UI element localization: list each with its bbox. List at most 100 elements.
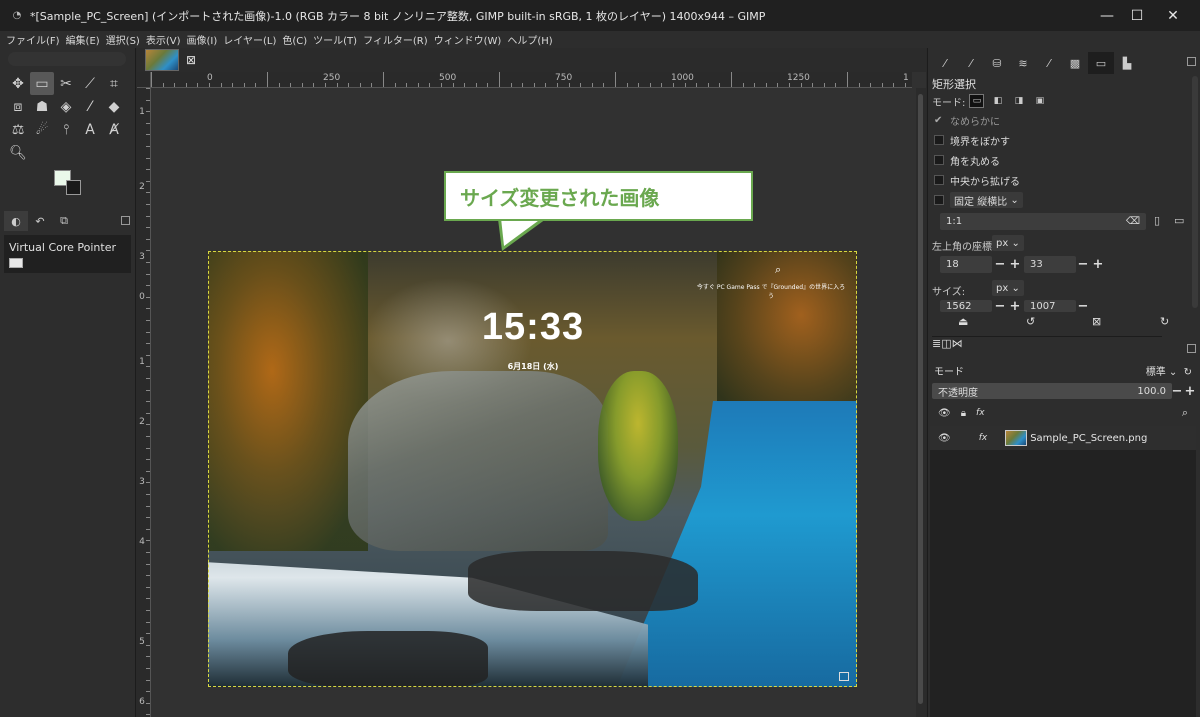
save-options-icon[interactable]: ⏏ xyxy=(958,315,968,328)
channels-tab-icon[interactable]: ◫ xyxy=(941,337,951,358)
rounded-option[interactable]: 角を丸める xyxy=(934,152,1000,168)
menu-filters[interactable]: フィルター(R) xyxy=(363,32,428,47)
vertical-ruler[interactable]: 1 2 3 0 1 2 3 4 5 6 xyxy=(137,88,151,717)
antialias-option[interactable]: ✔ なめらかに xyxy=(934,112,1000,128)
histogram-tab-icon[interactable]: ▙ xyxy=(1114,52,1140,74)
font-tab-icon[interactable]: ⛁ xyxy=(984,52,1010,74)
dock-menu-icon[interactable] xyxy=(121,216,130,225)
menu-tools[interactable]: ツール(T) xyxy=(313,32,357,47)
clear-field-icon[interactable]: ⌫ xyxy=(1126,216,1140,227)
search-icon[interactable]: ⌕ xyxy=(1182,406,1188,420)
menu-windows[interactable]: ウィンドウ(W) xyxy=(434,32,502,47)
decrement-x-button[interactable]: − xyxy=(994,257,1006,272)
text-tool-icon[interactable]: A xyxy=(78,118,102,141)
restore-options-icon[interactable]: ↺ xyxy=(1026,315,1035,328)
effects-icon[interactable]: fx xyxy=(979,433,988,443)
fixed-checkbox[interactable] xyxy=(934,195,944,205)
opacity-increment-button[interactable]: + xyxy=(1184,384,1196,399)
opacity-slider[interactable]: 不透明度 100.0 xyxy=(932,383,1172,399)
undo-history-tab-icon[interactable]: ↶ xyxy=(28,211,52,231)
menu-select[interactable]: 選択(S) xyxy=(106,32,140,47)
visibility-header-icon[interactable]: 👁︎ xyxy=(938,408,951,419)
eraser-tool-icon[interactable]: ◆ xyxy=(102,95,126,118)
clone-tool-icon[interactable]: ⚖ xyxy=(6,118,30,141)
move-tool-icon[interactable]: ✥ xyxy=(6,72,30,95)
paintbrush-tool-icon[interactable]: ⁄ xyxy=(78,95,102,118)
decrement-w-button[interactable]: − xyxy=(994,299,1006,314)
transform-tool-icon[interactable]: ⧈ xyxy=(6,95,30,118)
intersect-mode-icon[interactable]: ▣ xyxy=(1032,94,1047,108)
visibility-eye-icon[interactable]: 👁︎ xyxy=(938,433,951,444)
position-y-field[interactable]: 33 xyxy=(1024,256,1076,273)
zoom-tool-icon[interactable]: 🔍︎ xyxy=(6,141,30,164)
background-color-swatch[interactable] xyxy=(66,180,81,195)
lock-header-icon[interactable]: 🔒︎ xyxy=(961,408,966,419)
decrement-h-button[interactable]: − xyxy=(1077,299,1089,314)
layer-row[interactable]: 👁︎ fx Sample_PC_Screen.png xyxy=(930,426,1196,450)
increment-y-button[interactable]: + xyxy=(1092,257,1104,272)
dock-menu-icon[interactable] xyxy=(1187,344,1196,353)
add-mode-icon[interactable]: ◧ xyxy=(990,94,1005,108)
menu-colors[interactable]: 色(C) xyxy=(282,32,307,47)
document-tab-icon[interactable]: ≋ xyxy=(1010,52,1036,74)
menu-view[interactable]: 表示(V) xyxy=(146,32,181,47)
close-image-icon[interactable]: ⊠ xyxy=(183,52,199,68)
reset-options-icon[interactable]: ↻ xyxy=(1160,315,1169,328)
size-unit-combo[interactable]: px ⌄ xyxy=(992,280,1024,296)
rect-select-tool-icon[interactable]: ▭ xyxy=(30,72,54,95)
landscape-icon[interactable]: ▭ xyxy=(1174,214,1184,227)
subtract-mode-icon[interactable]: ◨ xyxy=(1011,94,1026,108)
layer-mode-combo[interactable]: 標準 ⌄ ↻ xyxy=(1146,363,1192,378)
images-tab-icon[interactable]: ⧉ xyxy=(52,211,76,231)
rounded-checkbox[interactable] xyxy=(934,155,944,165)
opacity-decrement-button[interactable]: − xyxy=(1171,384,1183,399)
replace-mode-icon[interactable]: ▭ xyxy=(969,94,985,108)
layers-tab-icon[interactable]: ≣ xyxy=(932,337,941,358)
warp-tool-icon[interactable]: ☗ xyxy=(30,95,54,118)
expand-center-checkbox[interactable] xyxy=(934,175,944,185)
menu-file[interactable]: ファイル(F) xyxy=(6,32,60,47)
tool-options-tab-icon[interactable]: ▭ xyxy=(1088,52,1114,74)
scrollbar-thumb[interactable] xyxy=(918,94,923,704)
menu-edit[interactable]: 編集(E) xyxy=(66,32,100,47)
close-button[interactable]: ✕ xyxy=(1150,0,1196,31)
increment-w-button[interactable]: + xyxy=(1009,299,1021,314)
scissors-tool-icon[interactable]: ✂ xyxy=(54,72,78,95)
smudge-tool-icon[interactable]: ☄ xyxy=(30,118,54,141)
measure-tool-icon[interactable]: Ⱥ xyxy=(102,118,126,141)
fuzzy-select-tool-icon[interactable]: ⟋ xyxy=(78,72,102,95)
position-unit-combo[interactable]: px ⌄ xyxy=(992,235,1024,251)
pattern-tab-icon[interactable]: ⁄ xyxy=(958,52,984,74)
tool-options-scrollbar[interactable] xyxy=(1192,76,1198,308)
horizontal-ruler[interactable]: 0 250 500 750 1000 1250 1 xyxy=(151,72,912,88)
menu-image[interactable]: 画像(I) xyxy=(187,32,218,47)
image-canvas[interactable]: 15:33 6月18日 (水) ⌕ 今すぐ PC Game Pass で『Gro… xyxy=(208,251,857,687)
ruler-corner[interactable] xyxy=(137,72,151,88)
gradient-tab-icon[interactable]: ▩ xyxy=(1062,52,1088,74)
menu-help[interactable]: ヘルプ(H) xyxy=(507,32,552,47)
delete-options-icon[interactable]: ⊠ xyxy=(1092,315,1101,328)
crop-tool-icon[interactable]: ⌗ xyxy=(102,72,126,95)
effects-header-icon[interactable]: fx xyxy=(976,408,985,418)
image-tab-thumbnail[interactable] xyxy=(145,49,179,71)
layer-name[interactable]: Sample_PC_Screen.png xyxy=(1030,433,1147,444)
increment-x-button[interactable]: + xyxy=(1009,257,1021,272)
paths-tab-icon[interactable]: ⋈ xyxy=(952,337,963,358)
decrement-y-button[interactable]: − xyxy=(1077,257,1089,272)
ratio-field[interactable]: 1:1 ⌫ xyxy=(940,213,1146,230)
paths-tool-icon[interactable]: ⫯ xyxy=(54,118,78,141)
feather-checkbox[interactable] xyxy=(934,135,944,145)
canvas-vertical-scrollbar[interactable] xyxy=(916,88,926,717)
size-h-field[interactable]: 1007 xyxy=(1024,300,1076,312)
dock-menu-icon[interactable] xyxy=(1187,57,1196,66)
fixed-option[interactable]: 固定 縦横比 ⌄ xyxy=(934,192,1023,208)
fg-bg-colors[interactable] xyxy=(54,170,84,198)
portrait-icon[interactable]: ▯ xyxy=(1154,214,1160,227)
size-w-field[interactable]: 1562 xyxy=(940,300,992,312)
feather-option[interactable]: 境界をぼかす xyxy=(934,132,1010,148)
bucket-fill-tool-icon[interactable]: ◈ xyxy=(54,95,78,118)
menu-layer[interactable]: レイヤー(L) xyxy=(223,32,276,47)
brush-tab-icon[interactable]: ⁄ xyxy=(932,52,958,74)
fixed-combo[interactable]: 固定 縦横比 ⌄ xyxy=(950,192,1023,208)
tool-options-tab-icon[interactable]: ◐ xyxy=(4,211,28,231)
